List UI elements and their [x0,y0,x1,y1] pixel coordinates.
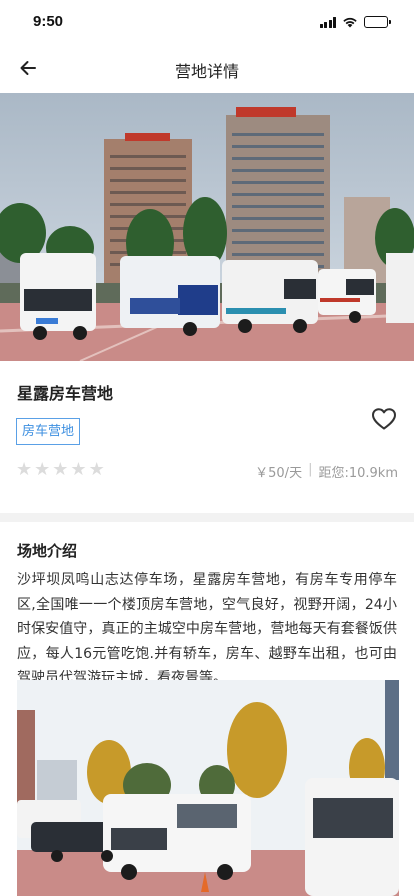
star-icon: ★ [70,459,87,480]
status-icons [319,15,391,29]
star-icon: ★ [52,459,69,480]
intro-text: 沙坪坝凤鸣山志达停车场，星露房车营地，有房车专用停车区,全国唯一一个楼顶房车营地… [17,572,397,686]
camp-hero-photo [0,93,414,361]
intro-title: 场地介绍 [17,542,78,560]
cellular-signal-icon [319,16,336,28]
separator: | [308,462,313,477]
battery-icon [364,16,391,28]
star-icon: ★ [16,459,33,480]
status-time: 9:50 [33,13,64,30]
nav-bar: 营地详情 [0,44,414,92]
campsite-photo-image [17,680,399,896]
star-icon: ★ [34,459,51,480]
section-divider [0,513,414,522]
status-bar: 9:50 [0,0,414,44]
wifi-icon [343,17,357,28]
intro-photo [17,680,399,896]
star-icon: ★ [88,459,105,480]
camp-info: 星露房车营地 房车营地 ★ ★ ★ ★ ★ ￥50/天 | 距您:10.9km [0,361,414,513]
camp-type-tag: 房车营地 [16,418,81,445]
rating-stars: ★ ★ ★ ★ ★ [16,460,105,480]
page-title: 营地详情 [174,62,239,81]
price-distance: ￥50/天 | 距您:10.9km [255,462,398,481]
heart-outline-icon [372,408,396,430]
price-label: ￥50/天 [255,466,303,481]
camp-name: 星露房车营地 [17,384,114,403]
campsite-photo-image [0,93,414,361]
distance-label: 距您:10.9km [318,466,398,481]
favorite-button[interactable] [370,405,398,433]
